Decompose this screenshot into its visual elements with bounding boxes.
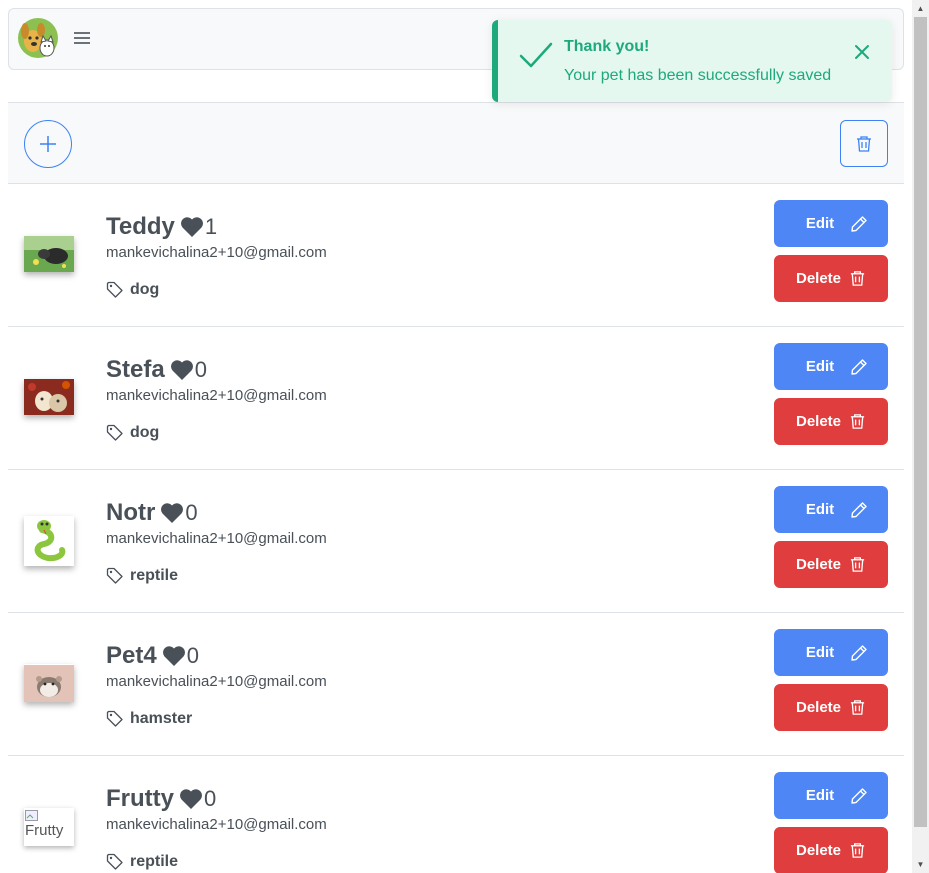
success-toast: Thank you! Your pet has been successfull… [492,20,892,102]
pet-row: Frutty Frutty 0 mankevichalina2+10@gmail… [8,756,904,873]
likes-count: 0 [186,643,199,668]
pet-list: Teddy 1 mankevichalina2+10@gmail.com dog… [8,184,904,873]
scroll-up-arrow-icon[interactable]: ▲ [912,0,929,17]
pet-image-broken: Frutty [24,808,74,846]
heart-icon[interactable] [159,502,185,524]
pet-image [24,516,74,566]
tag-icon [106,424,123,441]
trash-icon [850,414,865,429]
dog-cat-logo-icon[interactable] [16,17,60,59]
edit-label: Edit [805,501,835,518]
edit-label: Edit [805,215,835,232]
pencil-icon [851,358,867,375]
pet-tag: dog [106,281,159,299]
likes-count: 1 [204,214,218,239]
pet-name: Frutty [106,785,174,812]
toast-title: Thank you! [564,38,650,55]
delete-label: Delete [795,699,842,716]
hamburger-menu-icon[interactable] [72,29,92,47]
vertical-scrollbar[interactable]: ▲ ▼ [912,0,929,873]
trash-icon [850,700,865,715]
owner-email: mankevichalina2+10@gmail.com [106,816,327,833]
edit-button[interactable]: Edit [774,343,888,390]
pencil-icon [851,787,867,804]
trash-icon [857,135,871,152]
tag-label: reptile [130,567,179,584]
pet-row: Pet4 0 mankevichalina2+10@gmail.com hams… [8,613,904,756]
toast-message: Your pet has been successfully saved [564,67,832,84]
edit-label: Edit [805,644,835,661]
pet-image [24,665,74,702]
pet-name: Notr [106,499,156,526]
pet-image [24,236,74,272]
delete-label: Delete [795,270,842,287]
owner-email: mankevichalina2+10@gmail.com [106,673,327,690]
trash-icon [850,843,865,858]
tag-label: dog [130,424,160,441]
tag-label: reptile [130,853,179,870]
owner-email: mankevichalina2+10@gmail.com [106,530,327,547]
pencil-icon [851,644,867,661]
pet-image [24,379,74,415]
broken-image-alt: Frutty [25,822,64,839]
pet-tag: reptile [106,567,178,585]
delete-label: Delete [795,556,842,573]
pet-tag: reptile [106,853,178,871]
tag-icon [106,281,123,298]
pet-name: Stefa [106,356,165,383]
pet-tag: hamster [106,710,192,728]
pet-row: Notr 0 mankevichalina2+10@gmail.com rept… [8,470,904,613]
close-icon[interactable] [850,40,874,64]
add-pet-button[interactable] [24,120,72,168]
delete-button[interactable]: Delete [774,398,888,445]
pencil-icon [851,215,867,232]
delete-selected-button[interactable] [840,120,888,167]
delete-button[interactable]: Delete [774,684,888,731]
owner-email: mankevichalina2+10@gmail.com [106,244,327,261]
edit-label: Edit [805,358,835,375]
edit-button[interactable]: Edit [774,486,888,533]
check-icon [519,42,553,68]
trash-icon [850,557,865,572]
pencil-icon [851,501,867,518]
delete-button[interactable]: Delete [774,541,888,588]
delete-button[interactable]: Delete [774,827,888,873]
edit-button[interactable]: Edit [774,772,888,819]
list-toolbar [8,102,904,184]
heart-icon[interactable] [161,645,187,667]
pet-name: Pet4 [106,642,157,669]
tag-icon [106,567,123,584]
pet-row: Teddy 1 mankevichalina2+10@gmail.com dog… [8,184,904,327]
likes-count: 0 [194,357,207,382]
pet-name: Teddy [106,213,175,240]
tag-label: dog [130,281,160,298]
heart-icon[interactable] [169,359,195,381]
likes-count: 0 [185,500,198,525]
page-content: Thank you! Your pet has been successfull… [0,0,912,873]
edit-button[interactable]: Edit [774,629,888,676]
tag-icon [106,710,123,727]
delete-button[interactable]: Delete [774,255,888,302]
heart-icon[interactable] [179,216,205,238]
pet-row: Stefa 0 mankevichalina2+10@gmail.com dog… [8,327,904,470]
owner-email: mankevichalina2+10@gmail.com [106,387,327,404]
heart-icon[interactable] [178,788,204,810]
tag-icon [106,853,123,870]
broken-image-icon [25,810,38,821]
trash-icon [850,271,865,286]
likes-count: 0 [204,786,217,811]
edit-label: Edit [805,787,835,804]
tag-label: hamster [130,710,193,727]
scrollbar-thumb[interactable] [914,17,927,827]
scroll-down-arrow-icon[interactable]: ▼ [912,856,929,873]
pet-tag: dog [106,424,159,442]
edit-button[interactable]: Edit [774,200,888,247]
delete-label: Delete [795,413,842,430]
delete-label: Delete [795,842,842,859]
plus-icon [40,136,56,152]
